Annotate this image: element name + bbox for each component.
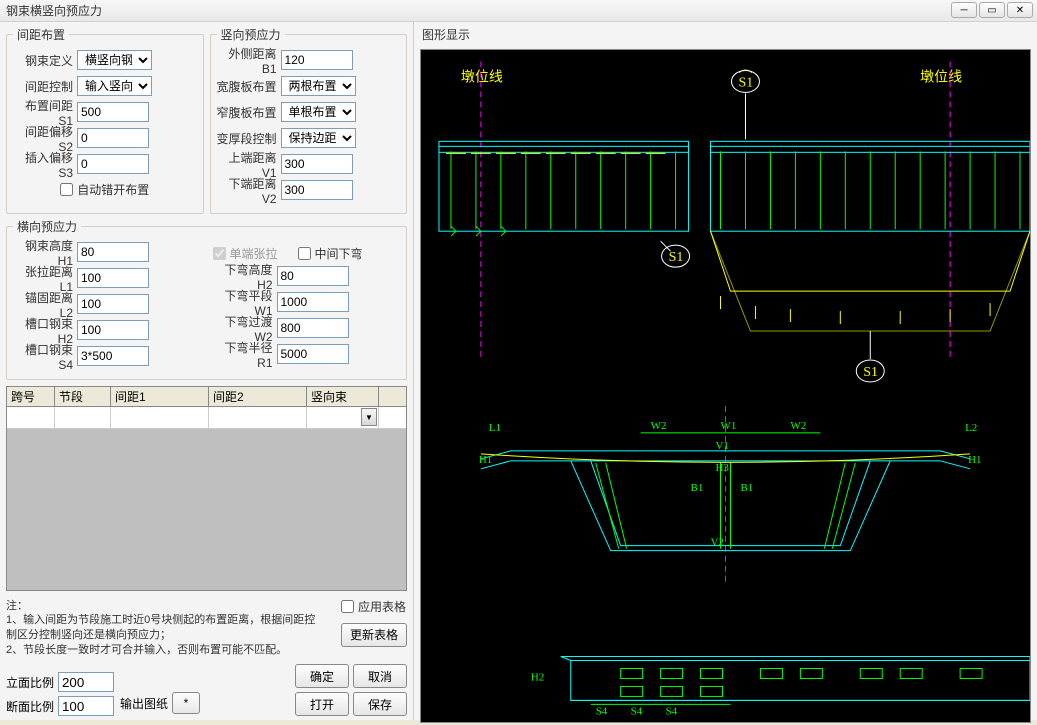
thick-label: 变厚段控制 (217, 130, 281, 147)
b1-input[interactable] (281, 50, 353, 70)
col-vertical: 竖向束 (307, 387, 379, 406)
svg-text:L2: L2 (965, 422, 977, 434)
s2-input[interactable] (77, 128, 149, 148)
svg-text:H1: H1 (968, 454, 981, 466)
auto-checkbox[interactable] (60, 183, 73, 196)
def-select[interactable]: 横竖向钢 (77, 50, 152, 70)
l2-input[interactable] (77, 294, 149, 314)
svg-text:H1: H1 (479, 454, 492, 466)
bw1-input[interactable] (277, 292, 349, 312)
auto-label: 自动错开布置 (77, 181, 149, 198)
group-lateral-legend: 横向预应力 (13, 218, 81, 235)
s4-input[interactable] (77, 346, 149, 366)
col-segment: 节段 (55, 387, 111, 406)
br1-input[interactable] (277, 344, 349, 364)
elev-label: 立面比例 (6, 674, 58, 691)
graphics-canvas: 墩位线 (420, 49, 1031, 723)
svg-text:墩位线: 墩位线 (461, 69, 503, 85)
data-table: 跨号 节段 间距1 间距2 竖向束 ▼ (6, 386, 407, 591)
maximize-button[interactable]: ▭ (979, 2, 1005, 18)
group-spacing: 间距布置 钢束定义 横竖向钢 间距控制 输入竖向 布置间距S1 间距偏移S2 (6, 26, 204, 214)
note-2: 2、节段长度一致时才可合并输入，否则布置可能不匹配。 (6, 643, 325, 658)
apply-table-checkbox[interactable] (341, 600, 354, 613)
svg-text:S1: S1 (669, 250, 684, 265)
svg-text:V2: V2 (711, 537, 724, 549)
table-row[interactable]: ▼ (7, 407, 406, 429)
svg-text:L1: L1 (489, 422, 501, 434)
sect-input[interactable] (58, 696, 114, 716)
s3-input[interactable] (77, 154, 149, 174)
elev-input[interactable] (58, 672, 114, 692)
cancel-button[interactable]: 取消 (353, 664, 407, 688)
svg-text:V1: V1 (716, 440, 729, 452)
col-spacing1: 间距1 (111, 387, 209, 406)
col-span: 跨号 (7, 387, 55, 406)
mid-label: 中间下弯 (315, 245, 363, 262)
s1-input[interactable] (77, 102, 149, 122)
titlebar: 钢束横竖向预应力 ─ ▭ ✕ (0, 0, 1037, 22)
minimize-button[interactable]: ─ (951, 2, 977, 18)
single-label: 单端张拉 (230, 245, 278, 262)
svg-text:H2: H2 (531, 671, 544, 683)
group-vertical: 竖向预应力 外侧距离B1 宽腹板布置 两根布置 窄腹板布置 单根布置 变厚段控制… (210, 26, 408, 214)
h1-input[interactable] (77, 242, 149, 262)
svg-text:B1: B1 (691, 482, 704, 494)
save-button[interactable]: 保存 (353, 692, 407, 716)
def-label: 钢束定义 (13, 52, 77, 69)
svg-text:S4: S4 (631, 705, 643, 717)
wide-select[interactable]: 两根布置 (281, 76, 356, 96)
bw2-input[interactable] (277, 318, 349, 338)
thick-select[interactable]: 保持边距 (281, 128, 356, 148)
mid-checkbox[interactable] (298, 247, 311, 260)
ctrl-select[interactable]: 输入竖向 (77, 76, 152, 96)
s3-label: 插入偏移S3 (13, 149, 77, 180)
apply-table-label: 应用表格 (358, 598, 406, 615)
br1-label: 下弯半径R1 (213, 339, 277, 370)
group-vertical-legend: 竖向预应力 (217, 26, 285, 43)
s4-label: 槽口钢束S4 (13, 341, 77, 372)
svg-text:S1: S1 (863, 365, 878, 380)
bh2-input[interactable] (277, 266, 349, 286)
v2-label: 下端距离V2 (217, 175, 281, 206)
out-label: 输出图纸 (120, 695, 168, 712)
svg-text:B1: B1 (740, 482, 753, 494)
svg-text:H3: H3 (716, 462, 730, 474)
group-lateral: 横向预应力 钢束高度H1 张拉距离L1 锚固距离L2 (6, 218, 407, 380)
svg-text:W2: W2 (790, 420, 806, 432)
l1-input[interactable] (77, 268, 149, 288)
v1-input[interactable] (281, 154, 353, 174)
svg-text:S4: S4 (596, 705, 608, 717)
note-1: 1、输入间距为节段施工时近0号块侧起的布置距离，根据间距控制区分控制竖向还是横向… (6, 613, 325, 643)
svg-text:墩位线: 墩位线 (920, 69, 962, 85)
svg-text:S4: S4 (666, 705, 678, 717)
b1-label: 外侧距离B1 (217, 45, 281, 76)
narrow-select[interactable]: 单根布置 (281, 102, 356, 122)
ctrl-label: 间距控制 (13, 78, 77, 95)
output-button[interactable]: * (172, 692, 200, 714)
left-panel: 间距布置 钢束定义 横竖向钢 间距控制 输入竖向 布置间距S1 间距偏移S2 (0, 22, 414, 720)
col-spacing2: 间距2 (209, 387, 307, 406)
svg-text:W2: W2 (651, 420, 667, 432)
svg-text:S1: S1 (738, 75, 753, 90)
notes: 注： 1、输入间距为节段施工时近0号块侧起的布置距离，根据间距控制区分控制竖向还… (6, 599, 325, 658)
right-panel: 图形显示 墩位线 (414, 22, 1037, 720)
group-spacing-legend: 间距布置 (13, 26, 69, 43)
graphics-header: 图形显示 (414, 22, 1037, 47)
open-button[interactable]: 打开 (295, 692, 349, 716)
narrow-label: 窄腹板布置 (217, 104, 281, 121)
h2-input[interactable] (77, 320, 149, 340)
notes-header: 注： (6, 599, 325, 614)
single-checkbox (213, 247, 226, 260)
wide-label: 宽腹板布置 (217, 78, 281, 95)
refresh-button[interactable]: 更新表格 (341, 623, 407, 647)
ok-button[interactable]: 确定 (295, 664, 349, 688)
v2-input[interactable] (281, 180, 353, 200)
sect-label: 断面比例 (6, 698, 58, 715)
svg-text:W1: W1 (721, 420, 737, 432)
close-button[interactable]: ✕ (1007, 2, 1033, 18)
window-title: 钢束横竖向预应力 (6, 2, 102, 19)
dropdown-icon[interactable]: ▼ (361, 408, 377, 426)
